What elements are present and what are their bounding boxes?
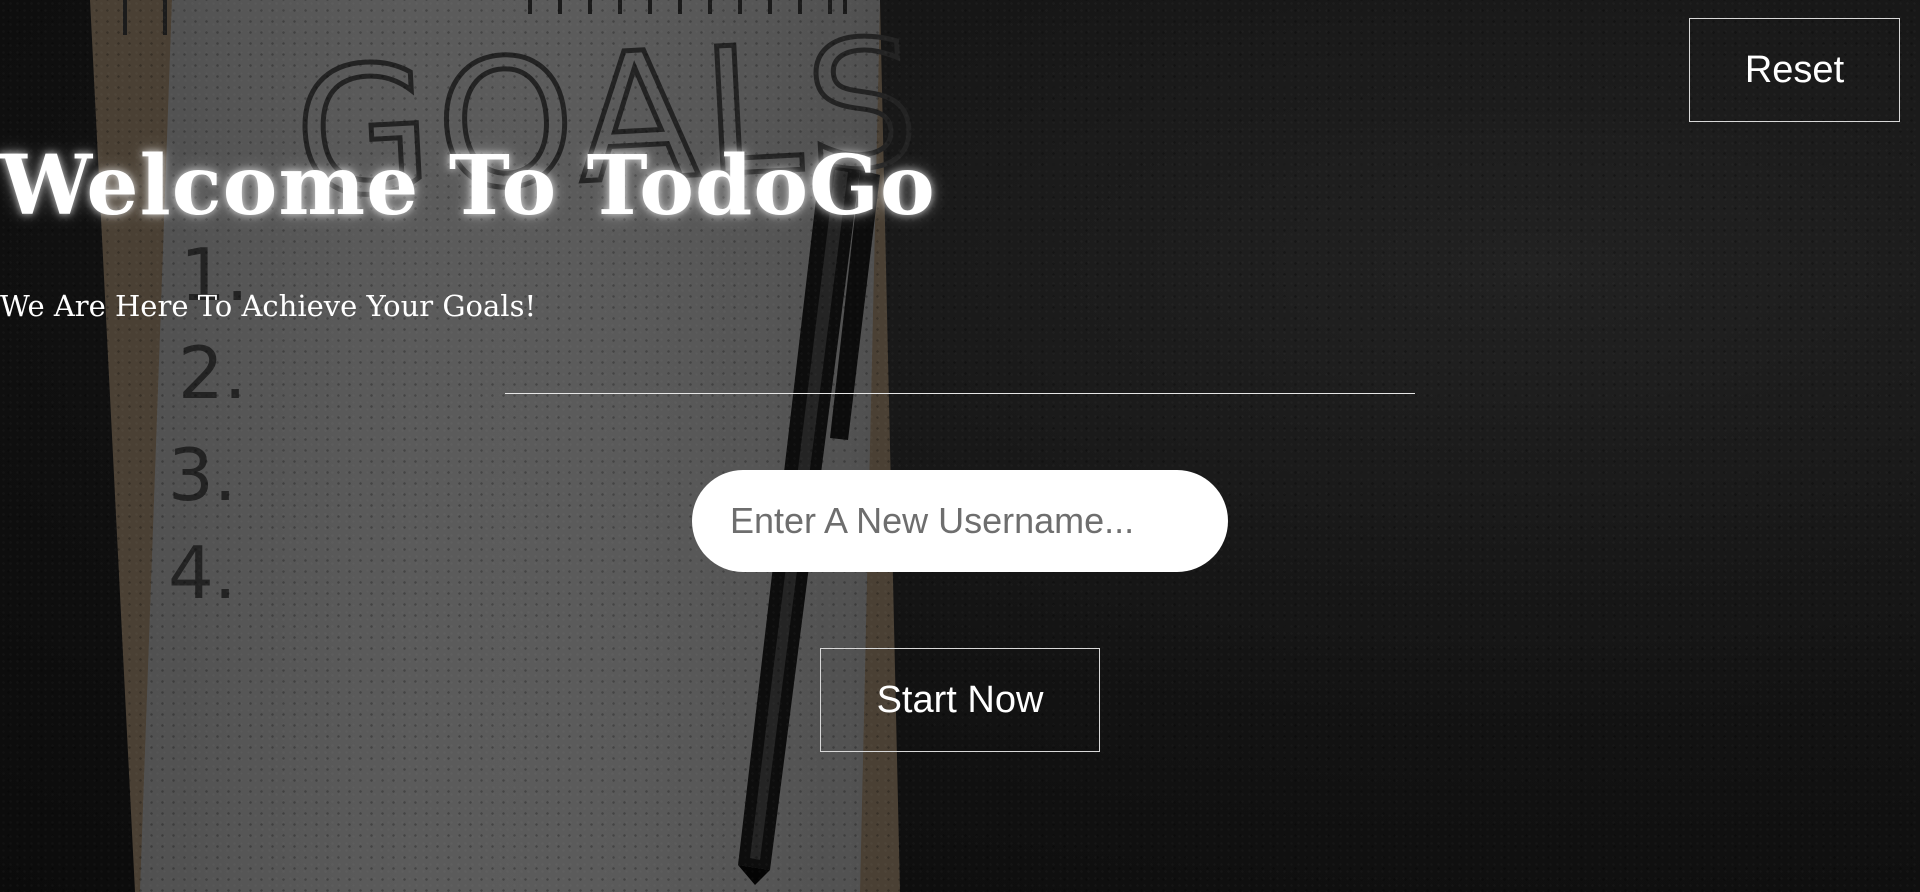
reset-button[interactable]: Reset bbox=[1689, 18, 1900, 122]
landing-page: GOALS 1. 2. 3. 4. Reset Welcome To TodoG… bbox=[0, 0, 1920, 892]
divider bbox=[505, 393, 1415, 394]
page-subtitle: We Are Here To Achieve Your Goals! bbox=[0, 289, 537, 323]
start-now-button[interactable]: Start Now bbox=[820, 648, 1100, 752]
svg-text:3.: 3. bbox=[168, 433, 237, 517]
page-title: Welcome To TodoGo bbox=[0, 138, 936, 234]
username-input[interactable] bbox=[692, 470, 1228, 572]
background-illustration: GOALS 1. 2. 3. 4. bbox=[90, 0, 931, 892]
svg-text:2.: 2. bbox=[178, 331, 247, 415]
svg-text:4.: 4. bbox=[168, 531, 237, 615]
